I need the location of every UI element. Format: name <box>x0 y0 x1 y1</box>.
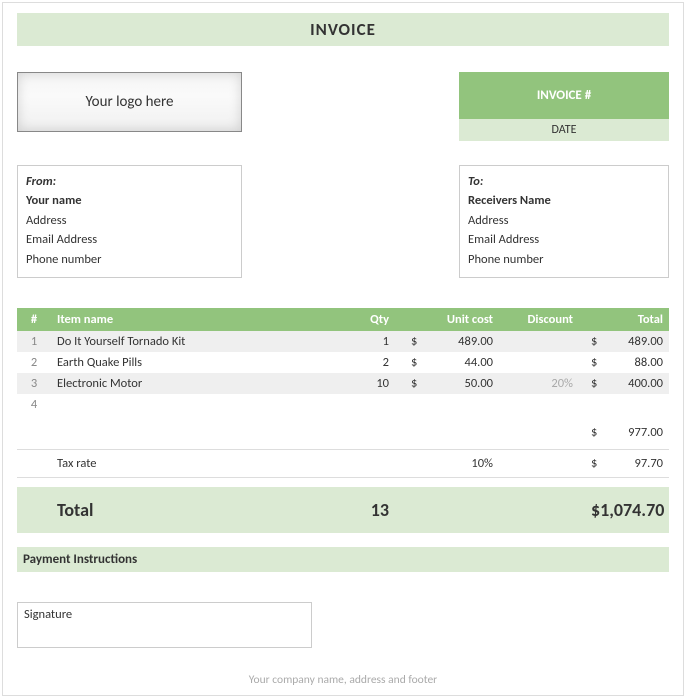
logo-placeholder[interactable]: Your logo here <box>17 72 242 132</box>
tax-rate: 10% <box>399 449 499 477</box>
tax-row: Tax rate 10% $97.70 <box>17 449 669 477</box>
row-qty: 10 <box>343 373 399 394</box>
row-num: 4 <box>17 394 51 415</box>
from-address: Address <box>26 211 233 230</box>
tax-amount: $97.70 <box>579 449 669 477</box>
col-total: Total <box>579 308 669 331</box>
from-email: Email Address <box>26 230 233 249</box>
row-num: 3 <box>17 373 51 394</box>
row-item: Do It Yourself Tornado Kit <box>51 331 343 352</box>
invoice-meta: INVOICE # DATE <box>459 72 669 141</box>
from-header: From: <box>26 172 233 191</box>
subtotal-value: $977.00 <box>579 415 669 443</box>
row-item: Earth Quake Pills <box>51 352 343 373</box>
row-qty: 2 <box>343 352 399 373</box>
total-row: Total 13 $1,074.70 <box>17 487 669 533</box>
items-table: # Item name Qty Unit cost Discount Total… <box>17 308 669 534</box>
payment-instructions-header: Payment Instructions <box>17 547 669 572</box>
row-unit <box>399 394 499 415</box>
to-address: Address <box>468 211 660 230</box>
row-num: 2 <box>17 352 51 373</box>
row-discount <box>499 394 579 415</box>
table-row[interactable]: 3Electronic Motor10$50.0020%$400.00 <box>17 373 669 394</box>
invoice-number-label: INVOICE # <box>459 72 669 119</box>
to-header: To: <box>468 172 660 191</box>
total-label: Total <box>51 487 343 533</box>
table-row[interactable]: 1Do It Yourself Tornado Kit1$489.00$489.… <box>17 331 669 352</box>
invoice-date-label: DATE <box>459 119 669 141</box>
table-row[interactable]: 2Earth Quake Pills2$44.00$88.00 <box>17 352 669 373</box>
from-name: Your name <box>26 191 233 210</box>
row-qty <box>343 394 399 415</box>
row-total: $400.00 <box>579 373 669 394</box>
to-phone: Phone number <box>468 250 660 269</box>
signature-label: Signature <box>24 607 72 622</box>
table-row[interactable]: 4 <box>17 394 669 415</box>
address-row: From: Your name Address Email Address Ph… <box>17 165 669 278</box>
col-qty: Qty <box>343 308 399 331</box>
col-discount: Discount <box>499 308 579 331</box>
row-unit: $489.00 <box>399 331 499 352</box>
col-item: Item name <box>51 308 343 331</box>
to-email: Email Address <box>468 230 660 249</box>
from-phone: Phone number <box>26 250 233 269</box>
subtotal-row: $977.00 <box>17 415 669 443</box>
col-num: # <box>17 308 51 331</box>
invoice-page: INVOICE Your logo here INVOICE # DATE Fr… <box>2 2 684 696</box>
from-box[interactable]: From: Your name Address Email Address Ph… <box>17 165 242 278</box>
total-amount: $1,074.70 <box>579 487 669 533</box>
row-discount <box>499 352 579 373</box>
row-item <box>51 394 343 415</box>
header-row: Your logo here INVOICE # DATE <box>17 72 669 141</box>
tax-label: Tax rate <box>51 449 343 477</box>
total-qty: 13 <box>343 487 399 533</box>
page-footer: Your company name, address and footer <box>3 673 683 687</box>
row-qty: 1 <box>343 331 399 352</box>
row-num: 1 <box>17 331 51 352</box>
row-unit: $44.00 <box>399 352 499 373</box>
signature-box[interactable]: Signature <box>17 602 312 648</box>
row-total <box>579 394 669 415</box>
to-box[interactable]: To: Receivers Name Address Email Address… <box>459 165 669 278</box>
row-total: $88.00 <box>579 352 669 373</box>
col-unit: Unit cost <box>399 308 499 331</box>
row-item: Electronic Motor <box>51 373 343 394</box>
row-total: $489.00 <box>579 331 669 352</box>
row-discount <box>499 331 579 352</box>
page-title: INVOICE <box>17 13 669 46</box>
row-unit: $50.00 <box>399 373 499 394</box>
row-discount: 20% <box>499 373 579 394</box>
items-header-row: # Item name Qty Unit cost Discount Total <box>17 308 669 331</box>
to-name: Receivers Name <box>468 191 660 210</box>
